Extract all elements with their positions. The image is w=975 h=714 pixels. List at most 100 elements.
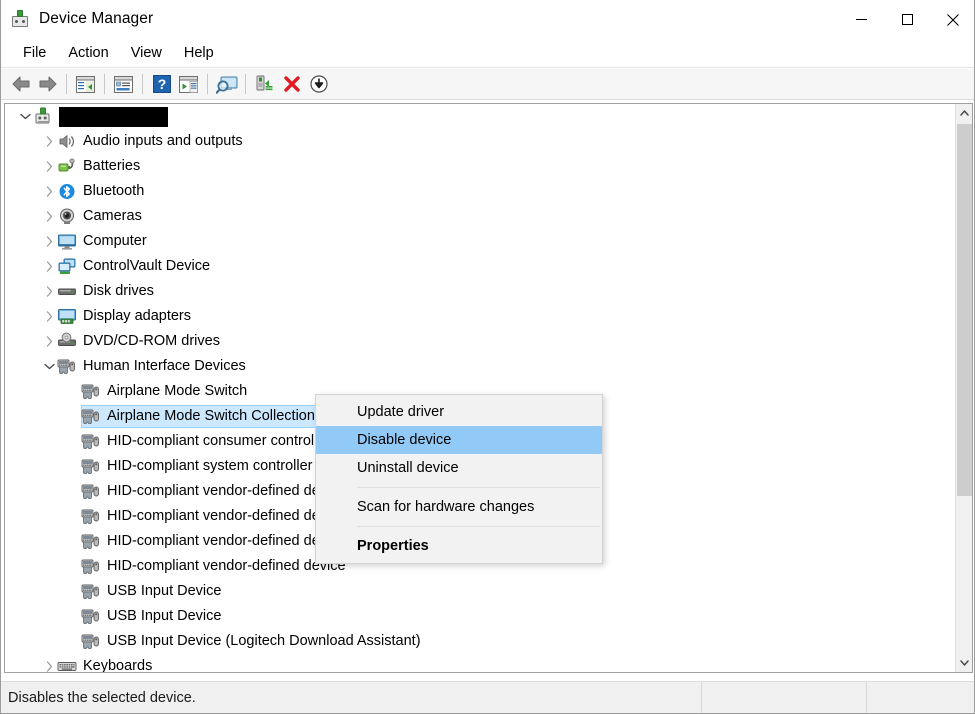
twisty-empty xyxy=(65,454,81,479)
tree-row[interactable]: USB Input Device (Logitech Download Assi… xyxy=(5,629,956,654)
chevron-right-icon[interactable] xyxy=(41,129,57,154)
scroll-up-button[interactable] xyxy=(956,104,972,122)
tree-row-label: HID-compliant vendor-defined device xyxy=(107,558,346,574)
window-title: Device Manager xyxy=(39,10,154,27)
toolbar-separator-2 xyxy=(104,74,105,94)
tree-row[interactable]: USB Input Device xyxy=(5,579,956,604)
tree-row-label: DVD/CD-ROM drives xyxy=(83,333,220,349)
hid-icon xyxy=(81,632,101,651)
chevron-down-icon[interactable] xyxy=(41,354,57,379)
tree-row[interactable] xyxy=(5,104,956,129)
context-menu-item-scan-for-hardware-changes[interactable]: Scan for hardware changes xyxy=(316,493,602,521)
chevron-right-icon[interactable] xyxy=(41,279,57,304)
context-menu-item-disable-device[interactable]: Disable device xyxy=(316,426,602,454)
context-menu-item-update-driver[interactable]: Update driver xyxy=(316,398,602,426)
back-button[interactable] xyxy=(7,71,34,97)
scroll-down-button[interactable] xyxy=(956,654,972,672)
twisty-empty xyxy=(65,529,81,554)
toolbar-separator-3 xyxy=(142,74,143,94)
twisty-empty xyxy=(65,554,81,579)
tree-row[interactable]: DVD/CD-ROM drives xyxy=(5,329,956,354)
tree-vertical-scrollbar[interactable] xyxy=(955,104,972,672)
maximize-button[interactable] xyxy=(884,0,930,39)
hid-icon xyxy=(81,557,101,576)
status-bar: Disables the selected device. xyxy=(1,681,974,713)
menu-file[interactable]: File xyxy=(12,42,57,65)
hid-icon xyxy=(81,607,101,626)
monitor-icon xyxy=(57,232,77,251)
hid-icon xyxy=(81,432,101,451)
chevron-right-icon[interactable] xyxy=(41,329,57,354)
tree-row[interactable]: Audio inputs and outputs xyxy=(5,129,956,154)
menu-action[interactable]: Action xyxy=(57,42,119,65)
chevron-down-icon[interactable] xyxy=(17,104,33,129)
tree-row-label: Airplane Mode Switch xyxy=(107,383,248,399)
toolbar: ? xyxy=(1,69,974,100)
tree-row-label xyxy=(59,106,168,127)
tree-row[interactable]: Batteries xyxy=(5,154,956,179)
chevron-right-icon[interactable] xyxy=(41,229,57,254)
chevron-right-icon[interactable] xyxy=(41,654,57,672)
tree-row-label: ControlVault Device xyxy=(83,258,211,274)
tree-row[interactable]: USB Input Device xyxy=(5,604,956,629)
tree-row[interactable]: Bluetooth xyxy=(5,179,956,204)
show-hide-action-pane-button[interactable] xyxy=(175,71,202,97)
menu-view[interactable]: View xyxy=(120,42,173,65)
disk-drive-icon xyxy=(57,282,77,301)
tree-row-label: HID-compliant vendor-defined device xyxy=(107,483,346,499)
twisty-empty xyxy=(65,404,81,429)
close-button[interactable] xyxy=(930,0,974,39)
keyboard-icon xyxy=(57,657,77,672)
chevron-right-icon[interactable] xyxy=(41,154,57,179)
show-hide-console-tree-button[interactable] xyxy=(72,71,99,97)
bluetooth-icon xyxy=(57,182,77,201)
hid-icon xyxy=(81,382,101,401)
chevron-right-icon[interactable] xyxy=(41,304,57,329)
chevron-right-icon[interactable] xyxy=(41,179,57,204)
tree-row-label: Batteries xyxy=(83,158,141,174)
scan-for-hardware-changes-button[interactable] xyxy=(213,71,240,97)
properties-button[interactable] xyxy=(110,71,137,97)
tree-row-label: Human Interface Devices xyxy=(83,358,246,374)
context-menu[interactable]: Update driver Disable device Uninstall dev… xyxy=(315,394,603,564)
tree-row[interactable]: Keyboards xyxy=(5,654,956,672)
update-driver-button[interactable] xyxy=(251,71,278,97)
tree-row-label: USB Input Device xyxy=(107,583,222,599)
tree-row[interactable]: Disk drives xyxy=(5,279,956,304)
forward-button[interactable] xyxy=(34,71,61,97)
display-adapter-icon xyxy=(57,307,77,326)
tree-row[interactable]: Computer xyxy=(5,229,956,254)
disable-device-button[interactable] xyxy=(305,71,332,97)
chevron-right-icon[interactable] xyxy=(41,204,57,229)
tree-row-label: USB Input Device xyxy=(107,608,222,624)
uninstall-device-button[interactable] xyxy=(278,71,305,97)
tree-row[interactable]: Cameras xyxy=(5,204,956,229)
tree-row[interactable]: ControlVault Device xyxy=(5,254,956,279)
dvd-drive-icon xyxy=(57,332,77,351)
help-button[interactable]: ? xyxy=(148,71,175,97)
context-menu-item-uninstall-device[interactable]: Uninstall device xyxy=(316,454,602,482)
toolbar-separator-4 xyxy=(207,74,208,94)
status-cell-3 xyxy=(866,681,974,713)
computer-root-icon xyxy=(33,107,53,126)
context-menu-separator xyxy=(357,526,600,527)
hid-icon xyxy=(81,407,101,426)
twisty-empty xyxy=(65,504,81,529)
tree-row-label: Airplane Mode Switch Collection xyxy=(107,408,315,424)
tree-row-label: Display adapters xyxy=(83,308,191,324)
tree-row-label: Disk drives xyxy=(83,283,154,299)
minimize-button[interactable] xyxy=(838,0,884,39)
menu-help[interactable]: Help xyxy=(173,42,225,65)
hid-icon xyxy=(81,582,101,601)
chevron-right-icon[interactable] xyxy=(41,254,57,279)
tree-row-label: HID-compliant vendor-defined device xyxy=(107,533,346,549)
toolbar-separator-1 xyxy=(66,74,67,94)
status-cell-2 xyxy=(701,681,866,713)
hid-icon xyxy=(81,457,101,476)
tree-row[interactable]: Human Interface Devices xyxy=(5,354,956,379)
tree-row[interactable]: Display adapters xyxy=(5,304,956,329)
context-menu-item-properties[interactable]: Properties xyxy=(316,532,602,560)
scroll-thumb[interactable] xyxy=(957,124,972,496)
hid-icon xyxy=(81,507,101,526)
device-tree[interactable]: Audio inputs and outputs Batteries Bluet… xyxy=(5,104,956,672)
